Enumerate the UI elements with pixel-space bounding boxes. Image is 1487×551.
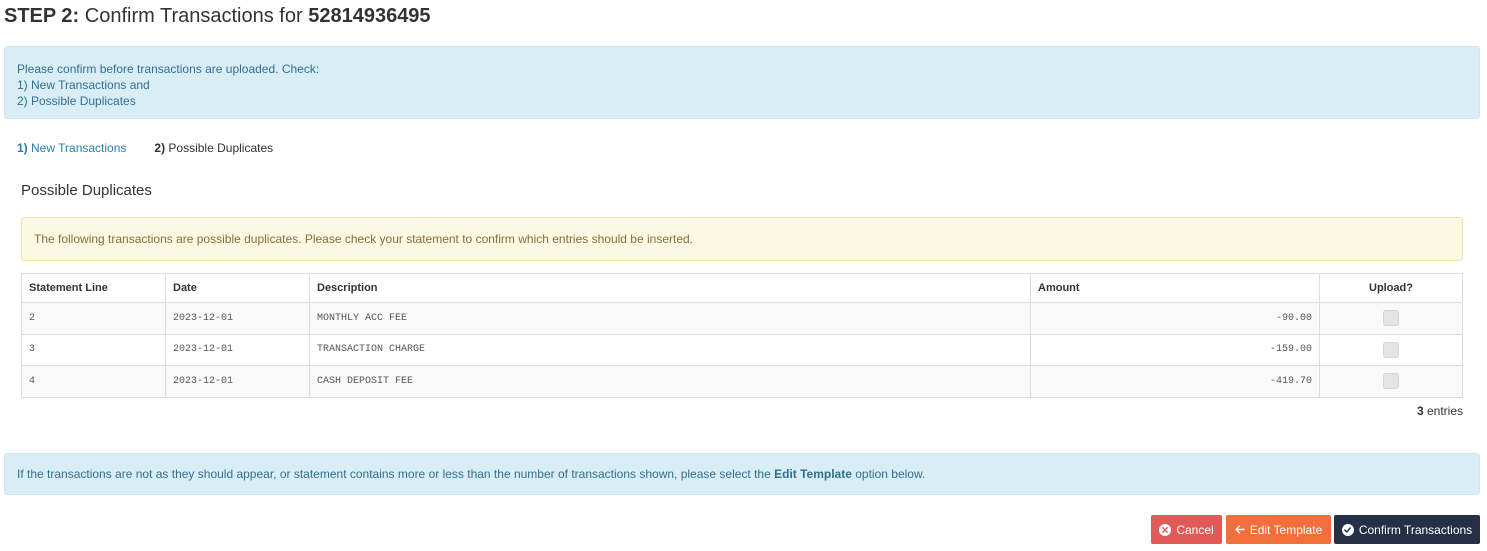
- upload-checkbox[interactable]: [1383, 341, 1399, 358]
- entries-label: entries: [1426, 404, 1463, 418]
- table-row: 3 2023-12-01 TRANSACTION CHARGE -159.00: [21, 333, 1463, 366]
- cell-amount: -90.00: [1030, 302, 1320, 335]
- step-label: STEP 2:: [4, 5, 80, 27]
- cell-date: 2023-12-01: [165, 333, 310, 366]
- check-circle-icon: [1341, 523, 1354, 536]
- entries-number: 3: [1416, 404, 1424, 418]
- upload-checkbox[interactable]: [1383, 310, 1399, 327]
- cancel-label: Cancel: [1176, 522, 1214, 537]
- confirm-label: Confirm Transactions: [1358, 522, 1473, 537]
- column-header-amount[interactable]: Amount: [1030, 273, 1320, 303]
- table-header-row: Statement Line Date Description Amount U…: [21, 273, 1463, 303]
- section-title: Possible Duplicates: [21, 182, 152, 199]
- page-title: STEP 2: Confirm Transactions for 5281493…: [4, 5, 431, 28]
- cell-amount: -419.70: [1030, 365, 1320, 398]
- cell-statement-line: 3: [21, 333, 166, 366]
- tab-label: Possible Duplicates: [168, 141, 274, 155]
- account-number: 52814936495: [308, 5, 431, 27]
- cell-statement-line: 4: [21, 365, 166, 398]
- edit-template-button[interactable]: Edit Template: [1226, 515, 1331, 544]
- column-header-date[interactable]: Date: [165, 273, 310, 303]
- cell-description: CASH DEPOSIT FEE: [309, 365, 1031, 398]
- upload-checkbox[interactable]: [1383, 373, 1399, 390]
- column-header-upload[interactable]: Upload?: [1319, 273, 1463, 303]
- instruction-line: 2) Possible Duplicates: [17, 94, 136, 108]
- confirm-instructions-alert: Please confirm before transactions are u…: [4, 46, 1480, 119]
- edit-template-label: Edit Template: [1249, 522, 1323, 537]
- tab-label: New Transactions: [31, 141, 127, 155]
- cell-upload: [1319, 333, 1463, 366]
- edit-template-hint-alert: If the transactions are not as they shou…: [4, 453, 1480, 495]
- arrow-left-icon: [1235, 523, 1245, 537]
- cell-statement-line: 2: [21, 302, 166, 335]
- cell-upload: [1319, 365, 1463, 398]
- hint-bold-text: Edit Template: [774, 467, 852, 481]
- hint-text-after: option below.: [855, 467, 926, 481]
- tab-new-transactions[interactable]: 1) New Transactions: [17, 141, 126, 155]
- cell-description: MONTHLY ACC FEE: [309, 302, 1031, 335]
- step-tabs: 1) New Transactions 2) Possible Duplicat…: [17, 141, 273, 155]
- duplicates-table: Statement Line Date Description Amount U…: [21, 273, 1463, 398]
- instruction-line: 1) New Transactions and: [17, 78, 150, 92]
- confirm-transactions-button[interactable]: Confirm Transactions: [1334, 515, 1480, 544]
- duplicates-warning-alert: The following transactions are possible …: [21, 217, 1463, 261]
- tab-number: 2): [154, 141, 166, 155]
- title-text: Confirm Transactions for: [84, 5, 303, 27]
- close-circle-icon: [1159, 523, 1172, 536]
- tab-number: 1): [17, 141, 28, 155]
- cell-date: 2023-12-01: [165, 365, 310, 398]
- table-row: 2 2023-12-01 MONTHLY ACC FEE -90.00: [21, 302, 1463, 335]
- entries-count: 3 entries: [1417, 404, 1463, 418]
- table-row: 4 2023-12-01 CASH DEPOSIT FEE -419.70: [21, 365, 1463, 398]
- tab-possible-duplicates[interactable]: 2) Possible Duplicates: [154, 141, 273, 155]
- cell-amount: -159.00: [1030, 333, 1320, 366]
- column-header-description[interactable]: Description: [309, 273, 1031, 303]
- cell-description: TRANSACTION CHARGE: [309, 333, 1031, 366]
- cell-upload: [1319, 302, 1463, 335]
- hint-text-before: If the transactions are not as they shou…: [17, 467, 771, 481]
- column-header-statement-line[interactable]: Statement Line: [21, 273, 166, 303]
- cancel-button[interactable]: Cancel: [1151, 515, 1222, 544]
- cell-date: 2023-12-01: [165, 302, 310, 335]
- instruction-line: Please confirm before transactions are u…: [17, 62, 320, 76]
